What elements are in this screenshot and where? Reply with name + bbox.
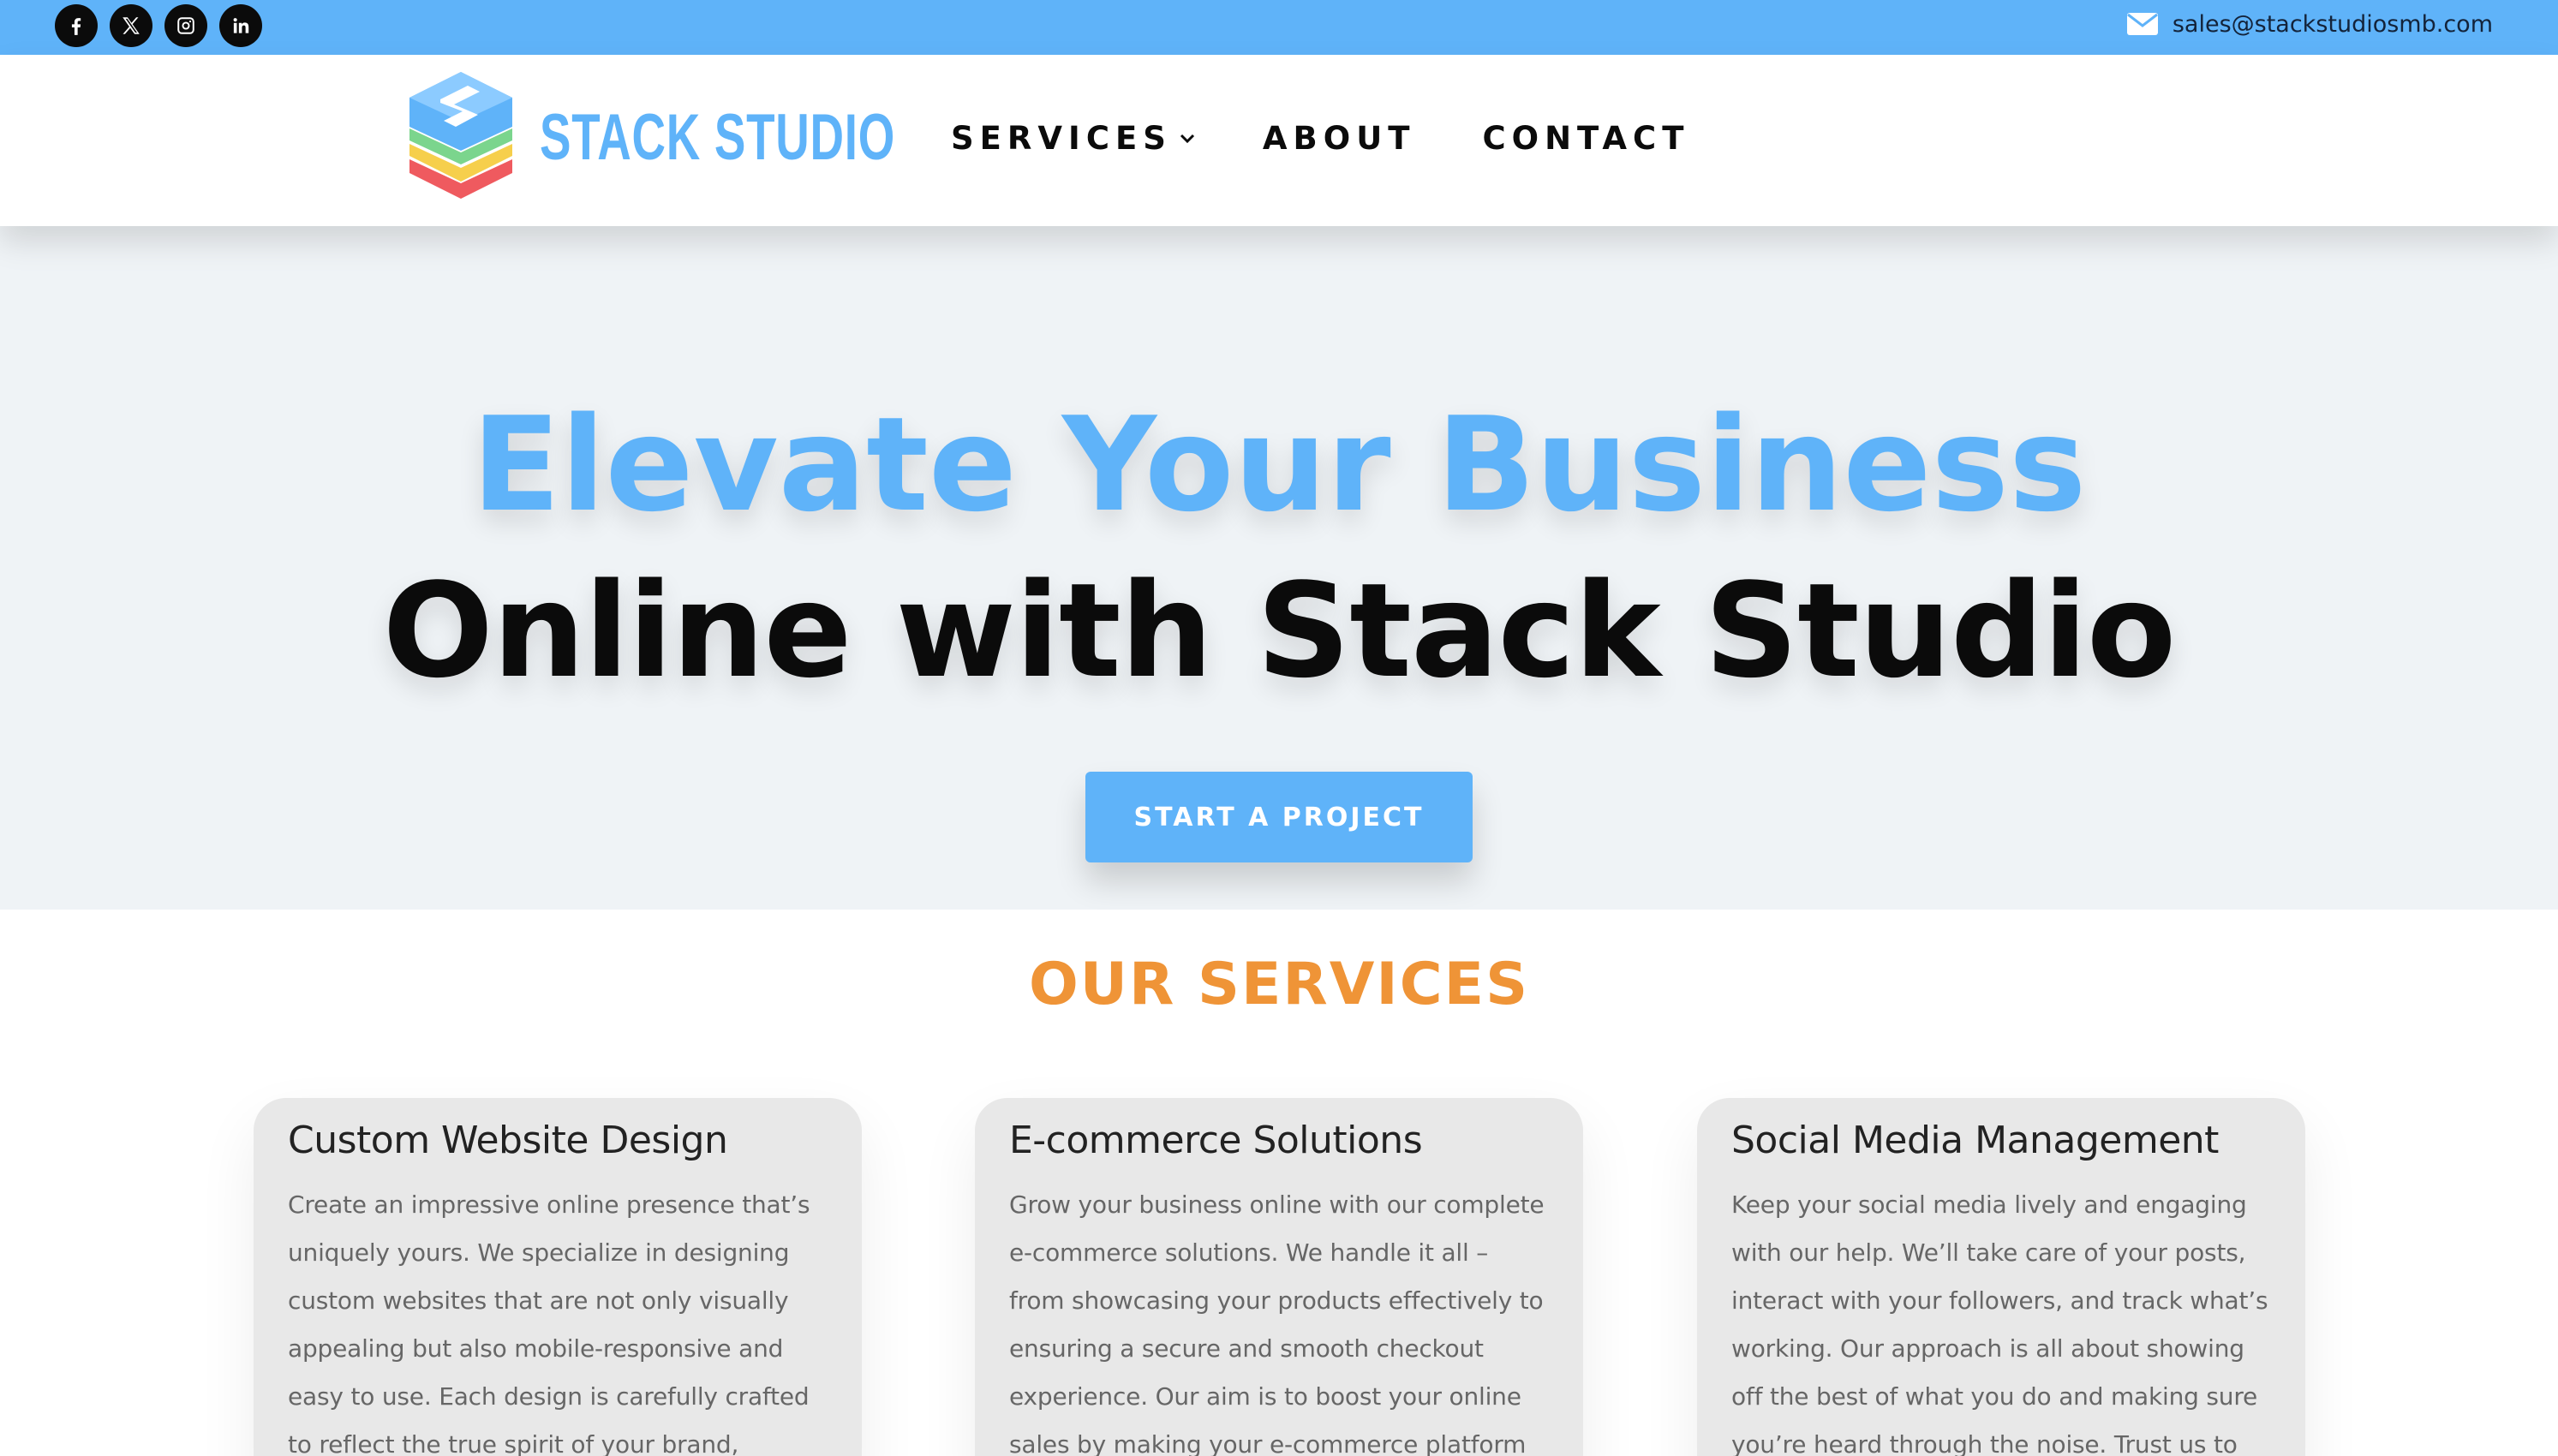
stack-logo-icon [409, 72, 512, 199]
service-card-title: Custom Website Design [288, 1119, 728, 1162]
main-nav: SERVICES ABOUT CONTACT [951, 120, 1689, 157]
facebook-link[interactable] [55, 4, 98, 47]
social-links [55, 4, 262, 47]
service-card-text: Create an impressive online presence tha… [288, 1190, 810, 1456]
top-bar: sales@stackstudiosmb.com [0, 0, 2558, 55]
instagram-icon [177, 17, 194, 34]
hero-section: Elevate Your Business Online with Stack … [0, 226, 2558, 910]
nav-contact[interactable]: CONTACT [1482, 120, 1689, 157]
start-project-button[interactable]: START A PROJECT [1085, 772, 1473, 862]
service-card-text: Grow your business online with our compl… [1009, 1190, 1545, 1456]
instagram-link[interactable] [164, 4, 207, 47]
service-card-title: Social Media Management [1731, 1119, 2219, 1162]
logo[interactable]: STACK STUDIO [406, 70, 1033, 204]
service-card-website-design: Custom Website Design Create an impressi… [254, 1098, 862, 1456]
facebook-icon [71, 18, 81, 35]
x-link[interactable] [110, 4, 152, 47]
service-card-social-media: Social Media Management Keep your social… [1697, 1098, 2305, 1456]
nav-about[interactable]: ABOUT [1263, 120, 1416, 157]
services-title: OUR SERVICES [1028, 951, 1530, 1018]
email-address[interactable]: sales@stackstudiosmb.com [2173, 11, 2493, 38]
service-card-text: Keep your social media lively and engagi… [1731, 1190, 2268, 1456]
x-icon [123, 17, 140, 34]
site-header: STACK STUDIO SERVICES ABOUT CONTACT [0, 55, 2558, 226]
email-contact[interactable]: sales@stackstudiosmb.com [2126, 7, 2493, 41]
chevron-down-icon [1180, 134, 1194, 143]
hero-heading-line-2: Online with Stack Studio [382, 555, 2177, 707]
service-card-ecommerce: E-commerce Solutions Grow your business … [975, 1098, 1583, 1456]
service-card-title: E-commerce Solutions [1009, 1119, 1423, 1162]
linkedin-icon [233, 18, 249, 33]
hero-heading-line-1: Elevate Your Business [471, 389, 2087, 540]
nav-services[interactable]: SERVICES [951, 120, 1196, 157]
envelope-icon [2126, 13, 2158, 35]
logo-text: STACK STUDIO [540, 100, 895, 174]
nav-services-label: SERVICES [951, 120, 1172, 157]
linkedin-link[interactable] [219, 4, 262, 47]
